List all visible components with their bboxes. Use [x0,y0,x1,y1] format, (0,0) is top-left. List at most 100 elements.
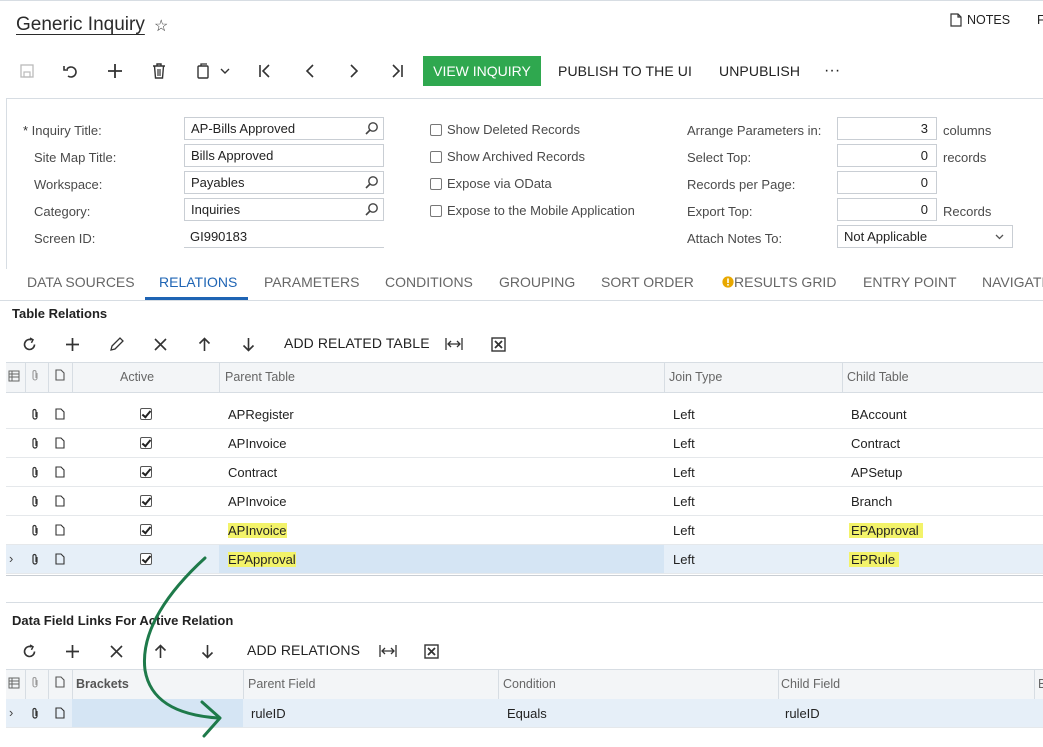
col-parent-table[interactable]: Parent Table [225,370,295,384]
tab-grouping[interactable]: GROUPING [499,274,575,290]
search-icon[interactable] [365,202,379,216]
checkbox-box[interactable] [430,123,442,136]
note-icon[interactable] [55,707,65,719]
active-checkbox[interactable] [140,524,152,536]
notes-button[interactable]: NOTES [950,13,1010,27]
unpublish-button[interactable]: UNPUBLISH [719,56,800,86]
join-type-cell[interactable]: Left [673,407,695,422]
attachment-icon[interactable] [30,553,40,566]
table-row[interactable]: APInvoice Left Branch [6,487,1043,516]
tab-results-grid[interactable]: RESULTS GRID [722,274,836,290]
attachment-icon[interactable] [30,495,40,508]
join-type-cell[interactable]: Left [673,494,695,509]
join-type-cell[interactable]: Left [673,465,695,480]
note-icon[interactable] [55,495,65,507]
export-top-field[interactable]: 0 [837,198,937,221]
checkbox-box[interactable] [430,150,442,163]
save-icon[interactable] [17,58,37,84]
active-checkbox[interactable] [140,495,152,507]
tab-sort-order[interactable]: SORT ORDER [601,274,694,290]
inquiry-title-field[interactable]: AP-Bills Approved [184,117,384,140]
show-archived-checkbox[interactable]: Show Archived Records [430,149,585,164]
child-table-cell[interactable]: Contract [851,436,900,451]
attachment-icon[interactable] [30,707,40,720]
parent-table-cell[interactable]: APInvoice [228,436,287,451]
export-excel-icon[interactable] [420,638,442,664]
view-inquiry-button[interactable]: VIEW INQUIRY [423,56,541,86]
previous-record-icon[interactable] [300,58,320,84]
child-table-cell[interactable]: EPApproval [849,523,923,538]
parent-table-cell[interactable]: Contract [228,465,277,480]
tab-conditions[interactable]: CONDITIONS [385,274,473,290]
refresh-icon[interactable] [18,638,40,664]
table-row[interactable]: APInvoice Left EPApproval [6,516,1043,545]
site-map-title-field[interactable]: Bills Approved [184,144,384,167]
tab-data-sources[interactable]: DATA SOURCES [27,274,135,290]
publish-button[interactable]: PUBLISH TO THE UI [558,56,692,86]
search-icon[interactable] [365,121,379,135]
favorite-star-icon[interactable]: ☆ [154,16,168,36]
col-cut[interactable]: B [1038,677,1043,691]
active-checkbox[interactable] [140,437,152,449]
edit-pencil-icon[interactable] [105,331,127,357]
parent-table-cell[interactable]: APRegister [228,407,294,422]
join-type-cell[interactable]: Left [673,436,695,451]
fit-columns-icon[interactable] [443,331,465,357]
child-field-cell[interactable]: ruleID [785,706,820,721]
files-button[interactable]: F [1037,13,1043,27]
row-expand-icon[interactable]: › [9,705,13,720]
delete-row-icon[interactable] [105,638,127,664]
tab-entry-point[interactable]: ENTRY POINT [863,274,957,290]
row-expand-icon[interactable]: › [9,551,13,566]
attachment-icon[interactable] [30,524,40,537]
table-row[interactable]: APInvoice Left Contract [6,429,1043,458]
attach-notes-select[interactable]: Not Applicable [837,225,1013,248]
search-icon[interactable] [365,175,379,189]
condition-cell[interactable]: Equals [507,706,547,721]
first-record-icon[interactable] [255,58,275,84]
next-record-icon[interactable] [344,58,364,84]
copy-paste-icon[interactable] [193,58,233,84]
note-icon[interactable] [55,524,65,536]
attachment-icon[interactable] [30,408,40,421]
records-per-page-field[interactable]: 0 [837,171,937,194]
tab-navigation[interactable]: NAVIGATIO [982,274,1043,290]
add-icon[interactable] [104,58,126,84]
col-brackets[interactable]: Brackets [76,677,129,691]
tab-relations[interactable]: RELATIONS [159,274,237,290]
select-top-field[interactable]: 0 [837,144,937,167]
col-join-type[interactable]: Join Type [669,370,722,384]
fit-columns-icon[interactable] [377,638,399,664]
expose-odata-checkbox[interactable]: Expose via OData [430,176,552,191]
workspace-field[interactable]: Payables [184,171,384,194]
note-icon[interactable] [55,437,65,449]
category-field[interactable]: Inquiries [184,198,384,221]
parent-field-cell[interactable]: ruleID [251,706,286,721]
col-active[interactable]: Active [120,370,154,384]
arrange-parameters-field[interactable]: 3 [837,117,937,140]
active-checkbox[interactable] [140,466,152,478]
col-parent-field[interactable]: Parent Field [248,677,315,691]
attachment-icon[interactable] [30,466,40,479]
delete-row-icon[interactable] [149,331,171,357]
refresh-icon[interactable] [18,331,40,357]
expose-mobile-checkbox[interactable]: Expose to the Mobile Application [430,203,635,218]
child-table-cell[interactable]: EPRule [849,552,900,567]
export-excel-icon[interactable] [487,331,509,357]
table-row[interactable]: Contract Left APSetup [6,458,1043,487]
child-table-cell[interactable]: Branch [851,494,892,509]
child-table-cell[interactable]: APSetup [851,465,902,480]
last-record-icon[interactable] [387,58,407,84]
child-table-cell[interactable]: BAccount [851,407,907,422]
add-related-table-button[interactable]: ADD RELATED TABLE [284,328,430,358]
move-down-icon[interactable] [237,331,259,357]
tab-parameters[interactable]: PARAMETERS [264,274,359,290]
delete-icon[interactable] [148,58,170,84]
join-type-cell[interactable]: Left [673,552,695,567]
more-actions-button[interactable]: ··· [824,56,840,86]
col-child-field[interactable]: Child Field [781,677,840,691]
note-icon[interactable] [55,408,65,420]
note-icon[interactable] [55,466,65,478]
attachment-icon[interactable] [30,437,40,450]
checkbox-box[interactable] [430,177,442,190]
